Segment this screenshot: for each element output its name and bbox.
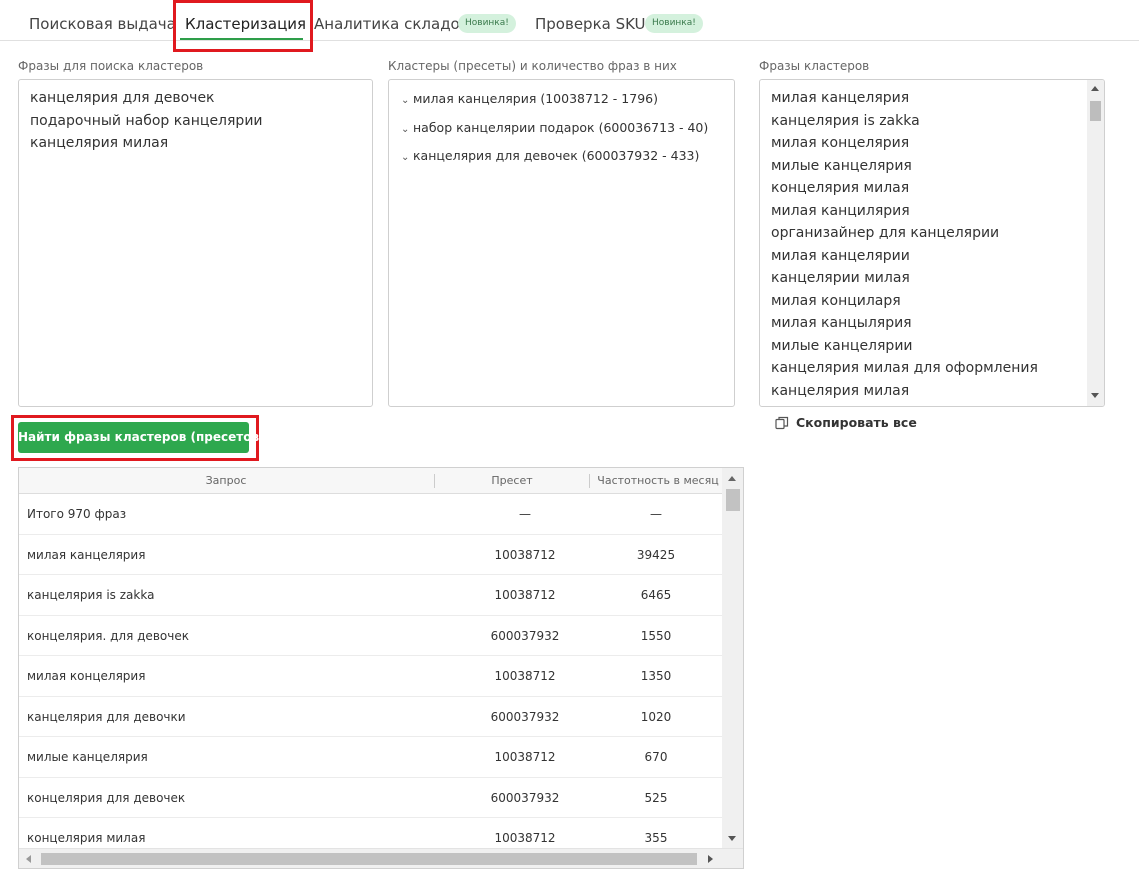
cell-query: канцелярия для девочки <box>27 709 186 724</box>
cell-query: милые канцелярия <box>27 750 148 764</box>
cell-query: Итого 970 фраз <box>27 507 127 521</box>
table-row[interactable]: концелярия для девочек 600037932 525 <box>19 778 722 818</box>
cluster-item[interactable]: ⌄ канцелярия для девочек (600037932 - 433… <box>401 143 722 172</box>
cluster-phrase: милая канцилярия <box>771 202 910 219</box>
scroll-up-arrow-icon[interactable] <box>1091 86 1099 91</box>
clusters-label: Кластеры (пресеты) и количество фраз в н… <box>388 59 677 73</box>
chevron-down-icon[interactable]: ⌄ <box>401 117 413 144</box>
cluster-phrase: милая канцелярии <box>771 247 910 264</box>
cluster-label: канцелярия для девочек (600037932 - 433) <box>413 148 700 163</box>
scroll-down-arrow-icon[interactable] <box>728 836 736 841</box>
cluster-phrase: милые канцелярии <box>771 337 913 354</box>
cell-frequency: 1350 <box>640 669 672 683</box>
cell-preset: — <box>519 507 531 521</box>
new-badge: Новинка! <box>645 14 703 33</box>
table-row[interactable]: концелярия. для девочек 600037932 1550 <box>19 616 722 656</box>
cluster-phrase: милая канцылярия <box>771 315 912 331</box>
table-row[interactable]: Итого 970 фраз — — <box>19 494 722 535</box>
cell-preset: 10038712 <box>494 588 556 602</box>
column-header-preset[interactable]: Пресет <box>435 468 589 494</box>
input-phrase: канцелярия для девочек <box>30 90 215 106</box>
table-row[interactable]: милая канцелярия 10038712 39425 <box>19 535 722 575</box>
cluster-phrase: милая концелярия <box>771 135 910 151</box>
copy-all-label: Скопировать все <box>796 415 917 430</box>
new-badge: Новинка! <box>458 14 516 33</box>
cell-frequency: 39425 <box>636 547 676 562</box>
scroll-up-arrow-icon[interactable] <box>728 476 736 481</box>
cell-preset: 600037932 <box>490 709 560 724</box>
table-body: Итого 970 фраз — — милая канцелярия 1003871… <box>19 494 722 859</box>
copy-icon <box>775 416 789 430</box>
chevron-down-icon[interactable]: ⌄ <box>401 145 413 172</box>
column-header-frequency[interactable]: Частотность в месяц <box>595 468 721 494</box>
active-tab-underline <box>180 38 303 40</box>
table-row[interactable]: канцелярия is zakka 10038712 6465 <box>19 575 722 616</box>
scrollbar-thumb[interactable] <box>1090 101 1101 121</box>
cell-preset: 600037932 <box>490 628 560 643</box>
cell-query: канцелярия is zakka <box>27 588 155 602</box>
cell-query: милая канцелярия <box>27 547 146 562</box>
cell-query: милая концелярия <box>27 669 146 683</box>
cell-preset: 600037932 <box>490 790 560 805</box>
cell-frequency: 670 <box>644 750 668 764</box>
cell-preset: 10038712 <box>494 669 556 683</box>
table-row[interactable]: милая концелярия 10038712 1350 <box>19 656 722 697</box>
cluster-phrase: концелярия милая <box>771 180 910 196</box>
cell-frequency: 1020 <box>640 709 672 724</box>
cluster-phrase: канцелярия милая <box>771 382 910 399</box>
cell-frequency: 525 <box>644 790 668 805</box>
cluster-item[interactable]: ⌄ милая канцелярия (10038712 - 1796) <box>401 86 722 115</box>
tab-warehouse-analytics[interactable]: Аналитика складов <box>314 0 469 41</box>
cell-query: концелярия. для девочек <box>27 628 189 643</box>
input-phrases-label: Фразы для поиска кластеров <box>18 59 204 73</box>
find-cluster-phrases-button[interactable]: Найти фразы кластеров (пресетов) <box>18 422 265 453</box>
input-phrase: подарочный набор канцелярии <box>30 112 263 129</box>
cell-frequency: — <box>650 507 662 521</box>
cluster-item[interactable]: ⌄ набор канцелярии подарок (600036713 - 4… <box>401 115 722 144</box>
cluster-phrase: милые канцелярия <box>771 157 912 174</box>
cluster-label: милая канцелярия (10038712 - 1796) <box>413 91 658 106</box>
cell-preset: 10038712 <box>494 547 556 562</box>
tab-sku-check[interactable]: Проверка SKU <box>535 0 646 41</box>
input-phrase: канцелярия милая <box>30 135 169 151</box>
table-row[interactable]: канцелярия для девочки 600037932 1020 <box>19 697 722 737</box>
cluster-phrases-label: Фразы кластеров <box>759 59 870 73</box>
cluster-phrase: милая конциларя <box>771 292 901 309</box>
results-table: Запрос Пресет Частотность в месяц Итого … <box>18 467 744 869</box>
cell-query: концелярия для девочек <box>27 790 186 805</box>
scrollbar-thumb[interactable] <box>726 489 740 511</box>
scroll-down-arrow-icon[interactable] <box>1091 393 1099 398</box>
input-phrases-textarea[interactable]: канцелярия для девочек подарочный набор … <box>18 79 373 407</box>
cluster-phrase: канцелярия милая для оформления <box>771 360 1038 376</box>
clusters-tree: ⌄ милая канцелярия (10038712 - 1796) ⌄ наб… <box>388 79 735 407</box>
cluster-phrase: милая канцелярия <box>771 90 910 106</box>
cell-frequency: 6465 <box>640 588 672 602</box>
table-row[interactable]: милые канцелярия 10038712 670 <box>19 737 722 778</box>
cluster-phrases-list[interactable]: милая канцелярия канцелярия is zakka мил… <box>759 79 1105 407</box>
column-header-query[interactable]: Запрос <box>19 468 433 494</box>
tab-clustering[interactable]: Кластеризация <box>185 0 306 41</box>
cluster-phrase: канцелярия is zakka <box>771 112 920 129</box>
table-horizontal-scrollbar[interactable] <box>19 848 743 868</box>
table-vertical-scrollbar[interactable] <box>722 468 743 849</box>
cell-frequency: 1550 <box>640 628 672 643</box>
vertical-scrollbar[interactable] <box>1087 80 1104 406</box>
scroll-right-arrow-icon[interactable] <box>708 855 713 863</box>
chevron-down-icon[interactable]: ⌄ <box>401 88 413 115</box>
scrollbar-thumb[interactable] <box>41 853 697 865</box>
cluster-phrase: организайнер для канцелярии <box>771 225 1000 241</box>
cell-preset: 10038712 <box>494 750 556 764</box>
tab-bar: Поисковая выдача Кластеризация Аналитика… <box>0 0 1139 41</box>
scroll-left-arrow-icon[interactable] <box>26 855 31 863</box>
table-header: Запрос Пресет Частотность в месяц <box>19 468 722 494</box>
cluster-phrase: канцелярии милая <box>771 270 910 286</box>
tab-search-results[interactable]: Поисковая выдача <box>29 0 176 41</box>
column-divider <box>589 474 590 488</box>
cluster-label: набор канцелярии подарок (600036713 - 40… <box>413 119 709 135</box>
